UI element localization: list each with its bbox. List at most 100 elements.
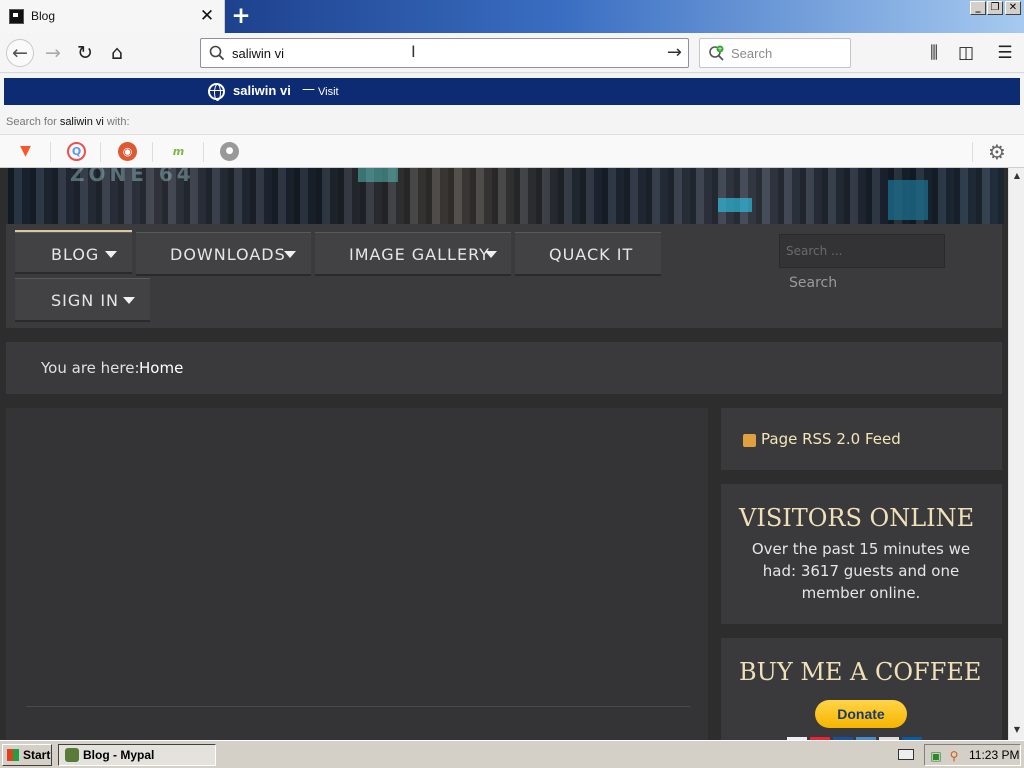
main-content bbox=[6, 408, 708, 740]
close-window-button[interactable]: ✕ bbox=[1005, 1, 1021, 15]
back-arrow-icon: ← bbox=[12, 42, 28, 64]
breadcrumb: You are here: Home bbox=[6, 342, 1002, 394]
mypal-icon bbox=[65, 748, 79, 762]
taskbar-item-mypal[interactable]: Blog - Mypal bbox=[58, 744, 216, 766]
banner-light bbox=[888, 180, 928, 220]
menu-label: QUACK IT bbox=[549, 245, 634, 264]
scroll-down-icon[interactable]: ▼ bbox=[1009, 722, 1024, 738]
url-bar[interactable]: saliwin vi I → bbox=[200, 38, 689, 68]
engine-divider bbox=[152, 142, 153, 162]
url-suggestions-panel: saliwin vi — Visit Search for saliwin vi… bbox=[0, 74, 1024, 168]
tab-strip: Blog ✕ + _ ❐ ✕ bbox=[0, 0, 1024, 33]
minimize-button[interactable]: _ bbox=[970, 1, 986, 15]
start-button[interactable]: Start bbox=[2, 744, 52, 766]
taskbar-item-label: Blog - Mypal bbox=[83, 748, 155, 762]
gear-icon[interactable]: ⚙ bbox=[988, 140, 1006, 164]
search-icon bbox=[209, 45, 225, 61]
rss-feed-link[interactable]: Page RSS 2.0 Feed bbox=[761, 430, 901, 448]
generic-search-icon[interactable]: ● bbox=[220, 142, 239, 161]
url-input[interactable]: saliwin vi bbox=[232, 46, 284, 61]
start-label: Start bbox=[23, 748, 51, 762]
banner-logo-graphic: ZONE 64 bbox=[70, 168, 195, 186]
suggestion-visit-row[interactable]: saliwin vi — Visit bbox=[4, 78, 1020, 105]
caret-down-icon bbox=[284, 251, 296, 258]
visitors-title: VISITORS ONLINE bbox=[739, 504, 975, 532]
restore-button[interactable]: ❐ bbox=[987, 1, 1003, 15]
duckduckgo-search-icon[interactable]: ◉ bbox=[118, 142, 137, 161]
home-button[interactable]: ⌂ bbox=[104, 40, 130, 66]
engine-divider bbox=[100, 142, 101, 162]
svg-text:+: + bbox=[717, 46, 722, 53]
site-favicon-icon bbox=[9, 9, 24, 24]
tab-blog[interactable]: Blog ✕ bbox=[0, 0, 225, 33]
rss-module: Page RSS 2.0 Feed bbox=[721, 408, 1002, 470]
globe-icon bbox=[208, 83, 225, 101]
donate-button[interactable]: Donate bbox=[815, 700, 907, 728]
site-search-placeholder: Search ... bbox=[786, 244, 843, 258]
scroll-up-icon[interactable]: ▲ bbox=[1009, 168, 1024, 184]
menu-item-downloads[interactable]: DOWNLOADS bbox=[136, 232, 311, 276]
menu-icon[interactable]: ☰ bbox=[993, 41, 1017, 65]
search-engine-bar: ▼ Q ◉ m ● ⚙ bbox=[0, 134, 1024, 167]
qwant-search-icon[interactable]: Q bbox=[67, 142, 86, 161]
text-cursor-icon: I bbox=[411, 42, 416, 61]
menu-label: IMAGE GALLERY bbox=[349, 245, 490, 264]
mojeek-search-icon[interactable]: m bbox=[169, 142, 188, 161]
payment-cards-image bbox=[787, 732, 937, 740]
menu-item-quack-it[interactable]: QUACK IT bbox=[515, 232, 661, 276]
suggestion-action: Visit bbox=[318, 86, 339, 98]
header-banner-image: ZONE 64 bbox=[8, 168, 1004, 224]
site-search-input[interactable]: Search ... bbox=[779, 234, 945, 268]
library-icon[interactable]: ⫼ bbox=[922, 41, 946, 65]
engine-divider bbox=[50, 142, 51, 162]
menu-label: BLOG bbox=[51, 245, 100, 264]
forward-button[interactable]: → bbox=[40, 40, 66, 66]
keyboard-icon[interactable] bbox=[898, 749, 914, 760]
coffee-title: BUY ME A COFFEE bbox=[739, 658, 982, 686]
browser-window: Blog ✕ + _ ❐ ✕ ← → ↻ ⌂ saliwin vi I → + … bbox=[0, 0, 1024, 740]
visitors-text: Over the past 15 minutes we had: 3617 gu… bbox=[751, 540, 971, 602]
menu-item-sign-in[interactable]: SIGN IN bbox=[15, 278, 150, 322]
coffee-module: BUY ME A COFFEE Donate bbox=[721, 638, 1002, 740]
reload-button[interactable]: ↻ bbox=[72, 40, 98, 66]
go-arrow-icon[interactable]: → bbox=[667, 42, 682, 63]
navigation-toolbar: ← → ↻ ⌂ saliwin vi I → + Search ⫼ ◫ ☰ bbox=[0, 33, 1024, 73]
sidebar-icon[interactable]: ◫ bbox=[954, 41, 978, 65]
brave-search-icon[interactable]: ▼ bbox=[16, 142, 35, 161]
caret-down-icon bbox=[123, 297, 135, 304]
clock[interactable]: 11:23 PM bbox=[969, 748, 1019, 762]
search-input[interactable]: Search bbox=[731, 46, 772, 61]
banner-light bbox=[358, 168, 398, 182]
suggestion-separator: — bbox=[302, 82, 315, 97]
search-box[interactable]: + Search bbox=[699, 38, 851, 68]
page-scrollbar[interactable]: ▲ ▼ bbox=[1008, 168, 1024, 740]
search-for-query: saliwin vi bbox=[59, 116, 104, 128]
taskbar: Start Blog - Mypal ▣ ⚲ 11:23 PM bbox=[0, 740, 1024, 768]
search-tray-icon[interactable]: ⚲ bbox=[947, 749, 961, 763]
menu-label: SIGN IN bbox=[51, 291, 120, 310]
site-navigation: BLOG DOWNLOADS IMAGE GALLERY QUACK IT SI… bbox=[6, 224, 1002, 328]
tab-title: Blog bbox=[31, 9, 56, 23]
content-divider bbox=[26, 706, 690, 707]
network-icon[interactable]: ▣ bbox=[929, 749, 943, 763]
breadcrumb-home-link[interactable]: Home bbox=[139, 359, 183, 377]
engine-divider bbox=[972, 142, 973, 162]
breadcrumb-label: You are here: bbox=[41, 359, 140, 377]
system-tray: ▣ ⚲ 11:23 PM bbox=[924, 744, 1021, 766]
caret-down-icon bbox=[485, 251, 497, 258]
site-search-button[interactable]: Search bbox=[779, 270, 849, 300]
suggestion-text: saliwin vi bbox=[233, 83, 291, 98]
search-for-suffix: with: bbox=[106, 116, 130, 128]
windows-logo-icon bbox=[7, 749, 19, 761]
menu-item-blog[interactable]: BLOG bbox=[15, 230, 132, 274]
new-tab-button[interactable]: + bbox=[230, 5, 252, 28]
search-engine-icon: + bbox=[709, 45, 724, 61]
menu-item-image-gallery[interactable]: IMAGE GALLERY bbox=[315, 232, 511, 276]
search-for-prefix: Search for bbox=[6, 116, 57, 128]
banner-light bbox=[718, 198, 752, 212]
search-for-label: Search for saliwin vi with: bbox=[6, 116, 130, 128]
tab-close-icon[interactable]: ✕ bbox=[199, 7, 215, 25]
menu-label: DOWNLOADS bbox=[170, 245, 286, 264]
engine-divider bbox=[203, 142, 204, 162]
visitors-module: VISITORS ONLINE Over the past 15 minutes… bbox=[721, 484, 1002, 624]
